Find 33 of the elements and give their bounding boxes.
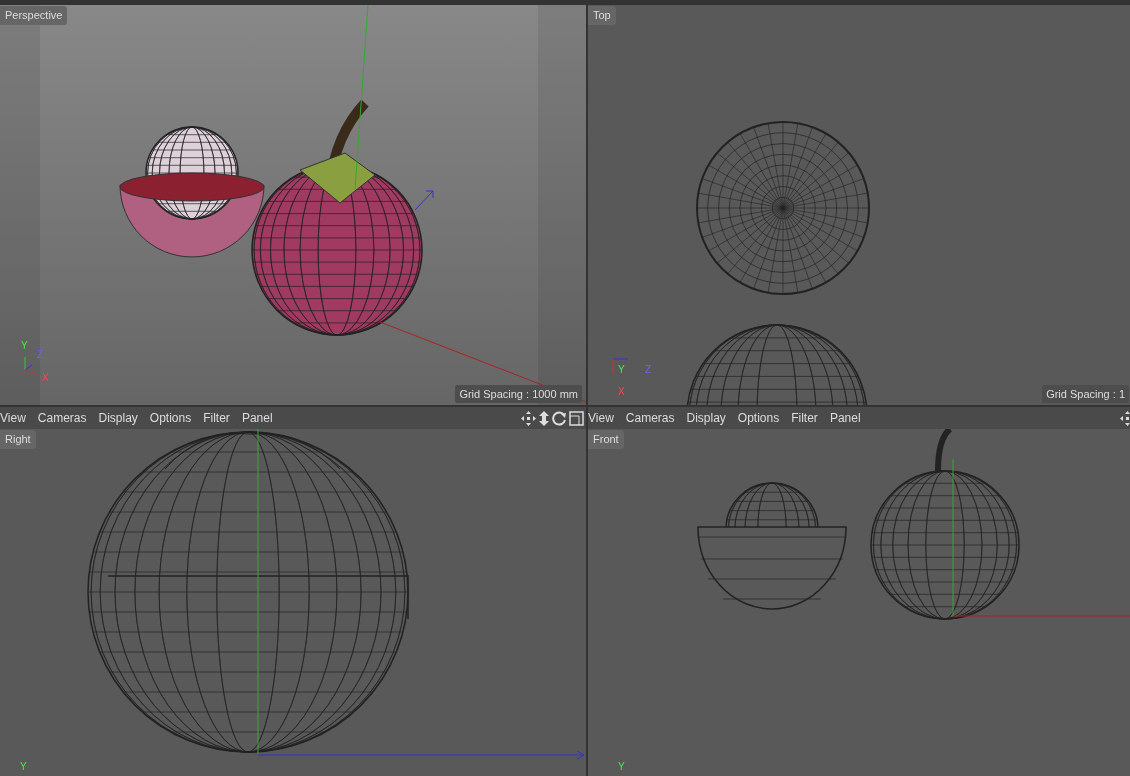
menu-item[interactable]: Filter [197,409,236,427]
menu-item[interactable]: Display [92,409,144,427]
axis-label: X [42,373,49,383]
axis-gizmo-icon [612,357,628,375]
axis-label: X [618,387,625,397]
maximize-icon[interactable] [569,410,584,426]
axis-label: Y [618,762,625,772]
move-icon[interactable] [521,410,536,426]
grid-spacing-label: Grid Spacing : 1000 mm [455,384,582,403]
axis-label: Z [645,365,652,375]
menu-item[interactable]: Display [680,409,732,427]
menu-item[interactable]: Panel [235,409,279,427]
menu-item[interactable]: Options [143,409,198,427]
viewport-label: Front [588,430,624,449]
viewport-label: Perspective [0,6,68,25]
axis-arrow [414,190,434,211]
menu-item[interactable]: Cameras [31,409,93,427]
menu-item[interactable]: Options [731,409,786,427]
menu-item[interactable]: View [588,409,620,427]
menu-item[interactable]: Panel [823,409,867,427]
menu-item[interactable]: Cameras [619,409,681,427]
viewport-label: Top [588,6,616,25]
axis-label: Z [37,350,44,360]
move-icon[interactable] [1120,410,1130,426]
axis-label: Y [618,365,625,375]
grid-spacing-label: Grid Spacing : 1 [1042,384,1129,403]
axis-label: Y [20,762,27,772]
rotate-icon[interactable] [552,410,567,426]
viewport-label: Right [0,430,36,449]
menu-item[interactable]: Filter [785,409,824,427]
axis-label: Y [21,341,28,351]
menu-item[interactable]: View [0,409,32,427]
vertical-arrows-icon[interactable] [538,410,550,426]
